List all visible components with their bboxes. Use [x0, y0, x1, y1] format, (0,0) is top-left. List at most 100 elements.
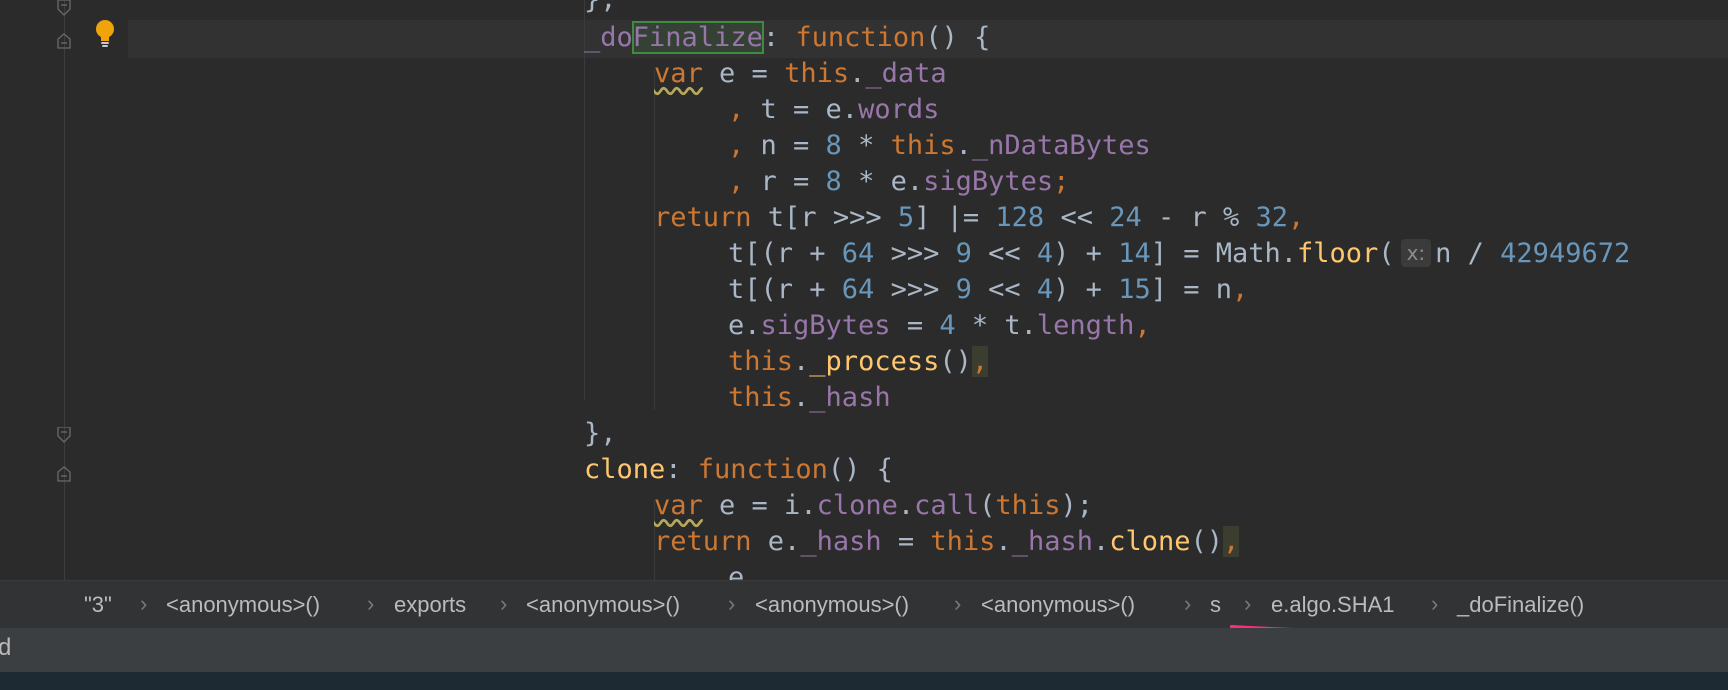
code-token: }, [584, 0, 617, 15]
code-token: t[(r + [728, 274, 842, 305]
code-token: 8 [825, 130, 842, 161]
code-token: clone [584, 454, 666, 485]
breadcrumb-item[interactable]: "3" [84, 592, 112, 618]
code-line: t[(r + 64 >>> 9 << 4) + 14] = Math.floor… [728, 236, 1630, 272]
code-token: clone [816, 490, 898, 521]
code-token: 14 [1118, 238, 1151, 269]
code-token: this [930, 526, 996, 557]
code-token: r = [760, 166, 826, 197]
code-editor[interactable]: },_doFinalize: function() {var e = this.… [0, 0, 1728, 580]
code-token: 64 [841, 274, 875, 305]
code-token: n = [760, 130, 826, 161]
code-line: return t[r >>> 5] |= 128 << 24 - r % 32, [654, 200, 1304, 236]
breadcrumb-separator-icon: › [140, 591, 148, 616]
fold-marker-icon[interactable] [57, 0, 71, 16]
parameter-hint: x: [1400, 239, 1432, 267]
breadcrumb-item[interactable]: <anonymous>() [755, 592, 909, 618]
breadcrumb-item[interactable]: <anonymous>() [166, 592, 320, 618]
code-token: }, [584, 418, 617, 449]
code-token: this [728, 346, 794, 377]
code-token: . [955, 130, 972, 161]
breadcrumb-separator-icon: › [1244, 591, 1252, 616]
code-token: _hash [1011, 526, 1093, 557]
code-token: () [939, 346, 972, 377]
code-line: t[(r + 64 >>> 9 << 4) + 15] = n, [728, 272, 1248, 308]
code-token: , [971, 346, 989, 377]
code-token: e = i. [702, 490, 817, 521]
code-token: , [728, 130, 761, 161]
code-line: , n = 8 * this._nDataBytes [728, 128, 1151, 164]
breadcrumb-item[interactable]: s [1210, 592, 1221, 618]
code-token: function [697, 454, 828, 485]
code-token: t[(r + [728, 238, 842, 269]
breadcrumb-item[interactable]: <anonymous>() [526, 592, 680, 618]
code-token: . [995, 526, 1012, 557]
gutter-divider [64, 0, 65, 580]
code-token: 64 [841, 238, 875, 269]
code-token: this [784, 58, 850, 89]
code-token: sigBytes [923, 166, 1054, 197]
code-token: floor [1297, 238, 1379, 269]
lightbulb-icon[interactable] [92, 18, 118, 50]
code-token: e [728, 562, 745, 580]
code-token: () { [925, 22, 991, 53]
code-line: var e = i.clone.call(this); [654, 488, 1093, 524]
code-token: 9 [955, 238, 972, 269]
code-token: << [971, 238, 1037, 269]
breadcrumb-separator-icon: › [954, 591, 962, 616]
fold-marker-icon[interactable] [57, 427, 71, 443]
breadcrumb-item[interactable]: <anonymous>() [981, 592, 1135, 618]
code-token: _data [865, 58, 947, 89]
code-token: 9 [955, 274, 972, 305]
code-token: . [849, 58, 866, 89]
code-token: ) + [1053, 274, 1119, 305]
breadcrumb-item[interactable]: _doFinalize() [1457, 592, 1584, 618]
code-token: _process [809, 346, 940, 377]
code-line: , t = e.words [728, 92, 939, 128]
indent-guide [654, 70, 655, 410]
code-token: - r % [1141, 202, 1256, 233]
code-token: , [1134, 310, 1151, 341]
code-token: e. [751, 526, 801, 557]
code-token: , [1223, 526, 1240, 557]
code-line: }, [584, 416, 617, 452]
code-line: }, [584, 0, 617, 18]
code-token: this [995, 490, 1061, 521]
fold-marker-icon[interactable] [57, 33, 71, 49]
code-line: e.sigBytes = 4 * t.length, [728, 308, 1151, 344]
breadcrumb-separator-icon: › [500, 591, 508, 616]
code-token: : [665, 454, 698, 485]
code-token: e. [728, 310, 761, 341]
code-token: ] |= [914, 202, 996, 233]
code-token: << [971, 274, 1037, 305]
code-token: = [881, 526, 931, 557]
code-token: var [654, 490, 703, 521]
code-token: . [793, 382, 810, 413]
code-token: 4 [939, 310, 956, 341]
code-line: this._hash [728, 380, 891, 416]
code-token: () { [827, 454, 893, 485]
status-text: d [0, 634, 12, 661]
code-token: 4 [1036, 238, 1054, 269]
code-token: 4 [1036, 274, 1054, 305]
code-token: . [1092, 526, 1110, 557]
code-line: return e._hash = this._hash.clone(), [654, 524, 1240, 560]
code-token: 5 [897, 202, 915, 233]
code-token: >>> [874, 274, 956, 305]
breadcrumb-item[interactable]: exports [394, 592, 466, 618]
code-line: var e = this._data [654, 56, 947, 92]
code-token: () [1190, 526, 1224, 557]
breadcrumb-separator-icon: › [1431, 591, 1439, 616]
code-token: << [1044, 202, 1110, 233]
code-token: _hash [809, 382, 891, 413]
breadcrumb-item[interactable]: e.algo.SHA1 [1271, 592, 1395, 618]
code-token: 15 [1118, 274, 1151, 305]
breadcrumb-separator-icon: › [728, 591, 736, 616]
code-line: _doFinalize: function() { [584, 20, 990, 56]
code-token: ] = Math. [1150, 238, 1298, 269]
fold-marker-icon[interactable] [57, 466, 71, 482]
code-token: ( [1378, 238, 1395, 269]
code-token: ; [1053, 166, 1070, 197]
code-token: Finalize [631, 21, 764, 54]
code-token: _do [584, 22, 633, 53]
